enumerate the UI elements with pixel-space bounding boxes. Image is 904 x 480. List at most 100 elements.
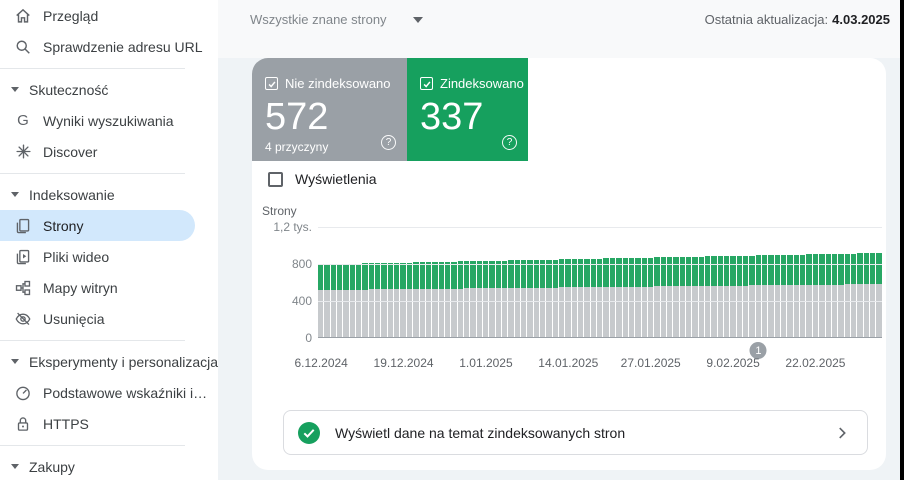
chart-bar[interactable] (698, 227, 704, 337)
chart-bar[interactable] (324, 227, 330, 337)
chart-bar[interactable] (463, 227, 470, 337)
chart-bar[interactable] (609, 227, 616, 337)
chart-bar[interactable] (749, 227, 755, 337)
chart-bar[interactable] (825, 227, 831, 337)
chart-bar[interactable] (711, 227, 717, 337)
sidebar-item-search-results[interactable]: G Wyniki wyszukiwania (0, 105, 218, 136)
chart-bar[interactable] (559, 227, 565, 337)
chart-bar[interactable] (743, 227, 749, 337)
chart-bar[interactable] (666, 227, 673, 337)
chart-bar[interactable] (724, 227, 730, 337)
not-indexed-card[interactable]: Nie zindeksowano 572 4 przyczyny ? (252, 58, 407, 161)
chart-bar[interactable] (685, 227, 692, 337)
chart-bar[interactable] (704, 227, 711, 337)
chart-bar[interactable] (476, 227, 482, 337)
chart-bar[interactable] (628, 227, 635, 337)
sidebar-section-shopping[interactable]: Zakupy (0, 451, 218, 480)
chart-bar[interactable] (457, 227, 463, 337)
chart-bar[interactable] (590, 227, 597, 337)
chart-bar[interactable] (546, 227, 552, 337)
not-indexed-reasons[interactable]: 4 przyczyny (265, 140, 395, 154)
chart-bar[interactable] (812, 227, 819, 337)
chart-bar[interactable] (527, 227, 533, 337)
chart-bar[interactable] (381, 227, 387, 337)
chart-bar[interactable] (603, 227, 609, 337)
chart-bar[interactable] (470, 227, 476, 337)
chart-bar[interactable] (438, 227, 444, 337)
chart-bar[interactable] (774, 227, 781, 337)
chart-bar[interactable] (432, 227, 438, 337)
chart-bar[interactable] (387, 227, 394, 337)
checkbox-checked-icon[interactable] (265, 77, 278, 90)
sidebar-item-overview[interactable]: Przegląd (0, 0, 218, 31)
chart-bar[interactable] (584, 227, 590, 337)
chart-bar[interactable] (489, 227, 495, 337)
chart-bar[interactable] (876, 227, 882, 337)
chart-bar[interactable] (673, 227, 679, 337)
chart-bar[interactable] (337, 227, 343, 337)
chart-bar[interactable] (482, 227, 489, 337)
page-filter-dropdown[interactable]: Wszystkie znane strony (250, 12, 423, 27)
chart-bar[interactable] (394, 227, 400, 337)
chart-bar[interactable] (781, 227, 787, 337)
sidebar-item-url-inspection[interactable]: Sprawdzenie adresu URL (0, 31, 218, 62)
sidebar-item-sitemaps[interactable]: Mapy witryn (0, 272, 218, 303)
help-icon[interactable]: ? (381, 135, 396, 150)
chart-bar[interactable] (318, 227, 324, 337)
checkbox-checked-icon[interactable] (420, 77, 433, 90)
chart-bar[interactable] (616, 227, 622, 337)
chart-bar[interactable] (540, 227, 546, 337)
chart-bar[interactable] (844, 227, 850, 337)
chart-bar[interactable] (565, 227, 571, 337)
chart-bar[interactable] (571, 227, 578, 337)
chart-bar[interactable] (819, 227, 825, 337)
chart-bar[interactable] (362, 227, 368, 337)
chart-bar[interactable] (444, 227, 451, 337)
chart-bar[interactable] (375, 227, 381, 337)
chart-bar[interactable] (831, 227, 838, 337)
chart-bar[interactable] (787, 227, 793, 337)
chart-bar[interactable] (762, 227, 768, 337)
view-indexed-data-row[interactable]: Wyświetl dane na temat zindeksowanych st… (283, 410, 868, 455)
checkbox-unchecked-icon[interactable] (268, 171, 283, 187)
chart-bar[interactable] (356, 227, 362, 337)
chart-bar[interactable] (501, 227, 508, 337)
chart-bar[interactable] (768, 227, 774, 337)
chart-bar[interactable] (730, 227, 736, 337)
sidebar-item-removals[interactable]: Usunięcia (0, 303, 218, 334)
chart-bar[interactable] (622, 227, 628, 337)
chart-bar[interactable] (330, 227, 337, 337)
chart-bar[interactable] (869, 227, 876, 337)
chart-bar[interactable] (521, 227, 527, 337)
chart-bar[interactable] (349, 227, 356, 337)
sidebar-item-discover[interactable]: Discover (0, 136, 218, 167)
chart-bar[interactable] (755, 227, 762, 337)
chart-bar[interactable] (692, 227, 698, 337)
chart-bar[interactable] (717, 227, 723, 337)
chart-bar[interactable] (495, 227, 501, 337)
chart-bar[interactable] (660, 227, 666, 337)
chart-bar[interactable] (641, 227, 647, 337)
chart-bar[interactable] (514, 227, 520, 337)
chart-bar[interactable] (635, 227, 641, 337)
chart-bar[interactable] (647, 227, 654, 337)
chart-bar[interactable] (425, 227, 432, 337)
chart-bar[interactable] (508, 227, 514, 337)
chart-bar[interactable] (451, 227, 457, 337)
chart-bar[interactable] (793, 227, 800, 337)
help-icon[interactable]: ? (502, 135, 517, 150)
chart-bar[interactable] (400, 227, 406, 337)
sidebar-section-indexing[interactable]: Indeksowanie (0, 179, 218, 210)
chart-bar[interactable] (578, 227, 584, 337)
impressions-toggle[interactable]: Wyświetlenia (268, 171, 377, 187)
chart-bar[interactable] (850, 227, 857, 337)
chart-bar[interactable] (368, 227, 375, 337)
chart-bar[interactable] (679, 227, 685, 337)
chart-bar[interactable] (806, 227, 812, 337)
indexed-card[interactable]: Zindeksowano 337 ? (407, 58, 528, 161)
chart-bar[interactable] (863, 227, 869, 337)
chart-bar[interactable] (552, 227, 559, 337)
sidebar-item-https[interactable]: HTTPS (0, 408, 218, 439)
chart-bar[interactable] (736, 227, 743, 337)
chart-bar[interactable] (533, 227, 540, 337)
